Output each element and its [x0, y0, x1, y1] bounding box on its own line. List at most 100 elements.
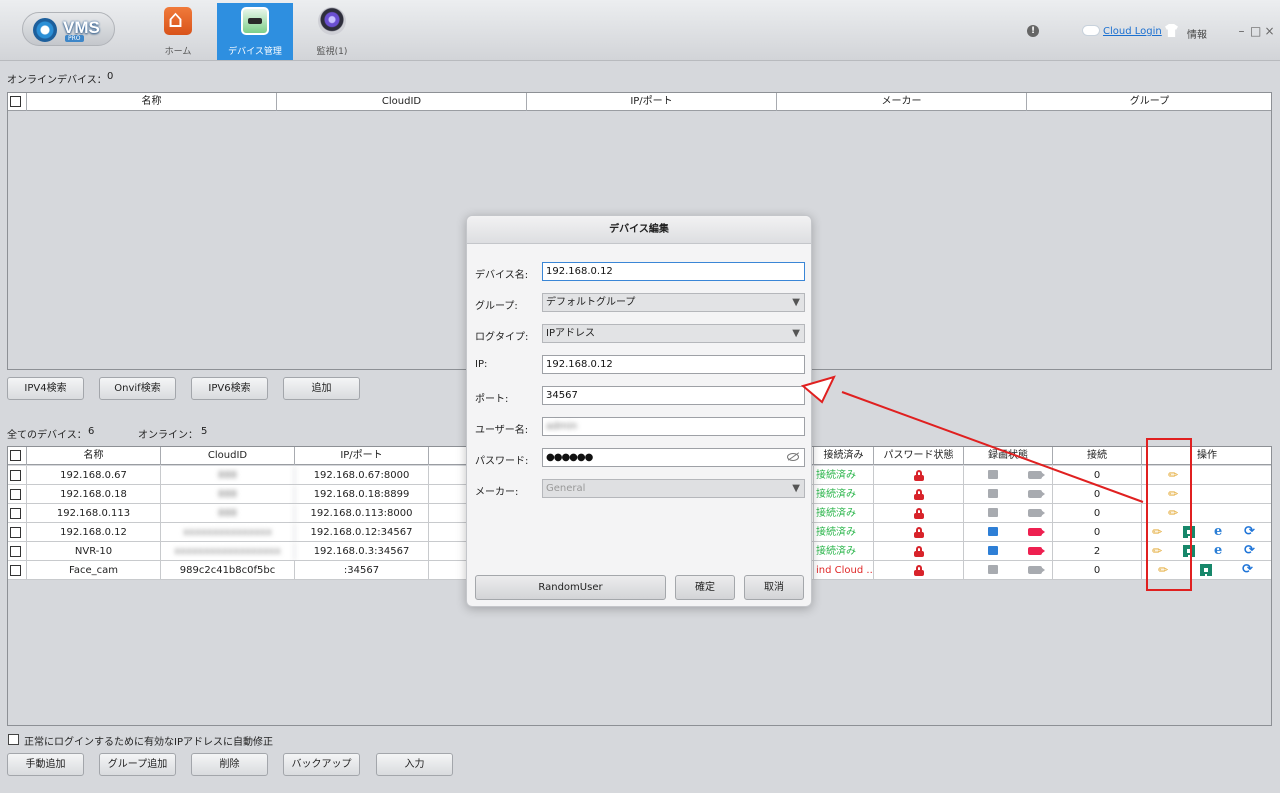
- cell-ip-port: 192.168.0.18:8899: [295, 485, 429, 504]
- select-all-online-checkbox[interactable]: [10, 96, 21, 107]
- monitor-icon[interactable]: [988, 470, 998, 479]
- close-button[interactable]: ×: [1264, 24, 1275, 38]
- col-vendor[interactable]: メーカー: [777, 93, 1027, 111]
- col-ip-port[interactable]: IP/ポート: [527, 93, 777, 111]
- logo-sub: PRO: [65, 35, 84, 42]
- ipv6-search-button[interactable]: IPV6検索: [191, 377, 268, 400]
- delete-button[interactable]: 削除: [191, 753, 268, 776]
- backup-button[interactable]: バックアップ: [283, 753, 360, 776]
- monitor-icon[interactable]: [988, 527, 998, 536]
- refresh-icon[interactable]: ⟳: [1244, 544, 1255, 557]
- col-cloudid[interactable]: CloudID: [161, 447, 295, 465]
- skin-icon[interactable]: [1165, 24, 1178, 37]
- record-camera-icon[interactable]: [1028, 528, 1045, 536]
- lock-icon[interactable]: [914, 546, 924, 557]
- cell-name: NVR-10: [26, 542, 161, 561]
- col-name[interactable]: 名称: [26, 447, 161, 465]
- lock-icon[interactable]: [914, 527, 924, 538]
- device-name-input[interactable]: 192.168.0.12: [542, 262, 805, 281]
- manual-add-button[interactable]: 手動追加: [7, 753, 84, 776]
- lock-icon[interactable]: [914, 489, 924, 500]
- cell-password-status: [874, 523, 964, 542]
- col-name[interactable]: 名称: [26, 93, 277, 111]
- home-icon: [164, 5, 192, 35]
- monitor-icon[interactable]: [988, 508, 998, 517]
- cell-name: 192.168.0.12: [26, 523, 161, 542]
- web-browser-icon[interactable]: e: [1214, 525, 1222, 538]
- record-camera-icon[interactable]: [1028, 490, 1045, 498]
- col-connections[interactable]: 接続: [1053, 447, 1142, 465]
- col-record-status[interactable]: 録画状態: [964, 447, 1053, 465]
- password-input[interactable]: ●●●●●●: [542, 448, 805, 467]
- record-camera-icon[interactable]: [1028, 566, 1045, 574]
- online-count: 5: [201, 426, 208, 437]
- random-user-button[interactable]: RandomUser: [475, 575, 666, 600]
- port-input[interactable]: 34567: [542, 386, 805, 405]
- nav-monitor[interactable]: 監視(1): [294, 3, 370, 60]
- app-logo: VMS PRO: [22, 12, 115, 46]
- cell-record-status: [964, 523, 1053, 542]
- maximize-button[interactable]: □: [1250, 24, 1261, 38]
- monitor-icon[interactable]: [988, 565, 998, 574]
- login-type-select[interactable]: IPアドレス ▼: [542, 324, 805, 343]
- row-checkbox[interactable]: [10, 470, 21, 481]
- col-cloudid[interactable]: CloudID: [277, 93, 527, 111]
- row-checkbox[interactable]: [10, 508, 21, 519]
- cell-connections: 0: [1053, 485, 1142, 504]
- all-devices-label: 全てのデバイス：: [7, 430, 87, 441]
- record-camera-icon[interactable]: [1028, 471, 1045, 479]
- cell-name: 192.168.0.18: [26, 485, 161, 504]
- row-checkbox[interactable]: [10, 565, 21, 576]
- col-group[interactable]: グループ: [1027, 93, 1272, 111]
- row-checkbox[interactable]: [10, 489, 21, 500]
- row-checkbox[interactable]: [10, 527, 21, 538]
- group-select[interactable]: デフォルトグループ ▼: [542, 293, 805, 312]
- ip-input[interactable]: 192.168.0.12: [542, 355, 805, 374]
- config-icon[interactable]: [1200, 564, 1212, 576]
- cell-connection-status: 接続済み: [814, 466, 874, 485]
- alert-icon[interactable]: !: [1027, 25, 1039, 37]
- nav-monitor-label: 監視(1): [316, 47, 348, 57]
- minimize-button[interactable]: –: [1236, 24, 1247, 38]
- col-connection-status[interactable]: 接続済み: [814, 447, 874, 465]
- cell-ip-port: 192.168.0.12:34567: [295, 523, 429, 542]
- add-button[interactable]: 追加: [283, 377, 360, 400]
- vendor-select-value: General: [546, 483, 586, 494]
- nav-device-manager-label: デバイス管理: [228, 47, 282, 57]
- group-add-button[interactable]: グループ追加: [99, 753, 176, 776]
- import-button[interactable]: 入力: [376, 753, 453, 776]
- monitor-icon[interactable]: [988, 489, 998, 498]
- onvif-search-button[interactable]: Onvif検索: [99, 377, 176, 400]
- record-camera-icon[interactable]: [1028, 547, 1045, 555]
- online-label: オンライン：: [138, 430, 198, 441]
- auto-fix-ip-label: 正常にログインするために有効なIPアドレスに自動修正: [24, 737, 273, 748]
- select-all-devices-checkbox[interactable]: [10, 450, 21, 461]
- camera-logo-icon: [33, 18, 57, 42]
- refresh-icon[interactable]: ⟳: [1244, 525, 1255, 538]
- confirm-button[interactable]: 確定: [675, 575, 735, 600]
- cell-record-status: [964, 542, 1053, 561]
- nav-device-manager[interactable]: デバイス管理: [217, 3, 293, 60]
- hide-password-icon[interactable]: [787, 452, 799, 462]
- info-link[interactable]: 情報: [1187, 26, 1207, 41]
- cancel-button[interactable]: 取消: [744, 575, 804, 600]
- online-devices-label: オンラインデバイス：: [7, 75, 107, 86]
- lock-icon[interactable]: [914, 508, 924, 519]
- monitor-icon[interactable]: [988, 546, 998, 555]
- auto-fix-ip-checkbox[interactable]: [8, 734, 19, 745]
- ipv4-search-button[interactable]: IPV4検索: [7, 377, 84, 400]
- row-checkbox[interactable]: [10, 546, 21, 557]
- lock-icon[interactable]: [914, 470, 924, 481]
- nav-home[interactable]: ホーム: [140, 3, 216, 60]
- col-ip-port[interactable]: IP/ポート: [295, 447, 429, 465]
- refresh-icon[interactable]: ⟳: [1242, 563, 1253, 576]
- top-bar: VMS PRO ホーム デバイス管理 監視(1) ! Cloud Login 情…: [0, 0, 1280, 61]
- lock-icon[interactable]: [914, 565, 924, 576]
- record-camera-icon[interactable]: [1028, 509, 1045, 517]
- web-browser-icon[interactable]: e: [1214, 544, 1222, 557]
- cloud-icon: [1082, 25, 1100, 36]
- cloud-login-link[interactable]: Cloud Login: [1103, 26, 1162, 37]
- col-password-status[interactable]: パスワード状態: [874, 447, 964, 465]
- cell-connection-status: 接続済み: [814, 523, 874, 542]
- username-input[interactable]: admin: [542, 417, 805, 436]
